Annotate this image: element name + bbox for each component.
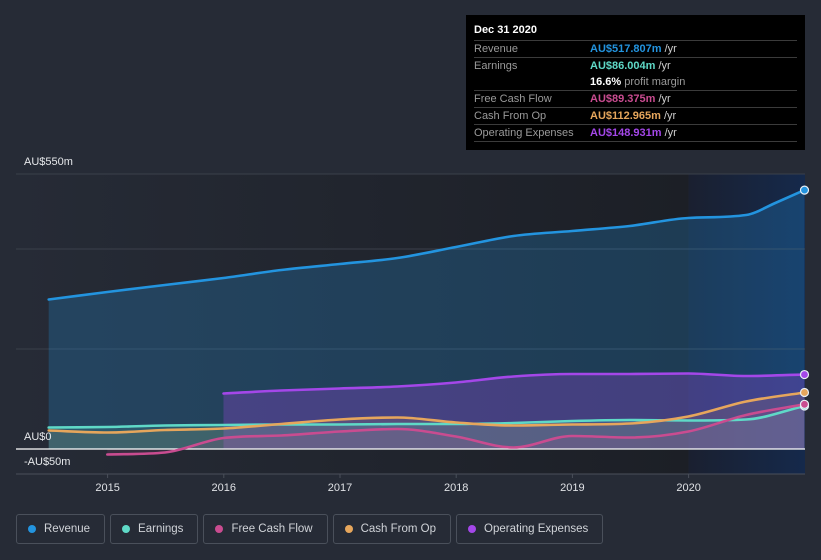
legend-dot-icon xyxy=(122,525,131,533)
tooltip-row-revenue: Revenue AU$517.807m /yr xyxy=(474,41,797,58)
legend-dot-icon xyxy=(344,525,353,533)
y-axis-label: -AU$50m xyxy=(24,456,70,468)
legend-earnings-button[interactable]: Earnings xyxy=(110,514,199,544)
tooltip-row-cash-from-op: Cash From Op AU$112.965m /yr xyxy=(474,108,797,125)
legend-label: Free Cash Flow xyxy=(231,523,313,535)
legend-label: Earnings xyxy=(138,523,184,535)
profit-margin-label: profit margin xyxy=(624,76,686,88)
legend-revenue-button[interactable]: Revenue xyxy=(16,514,106,544)
tooltip-label: Earnings xyxy=(474,60,518,72)
tooltip-label: Revenue xyxy=(474,43,519,55)
tooltip-value: AU$148.931m xyxy=(590,127,662,139)
tooltip-unit: /yr xyxy=(658,60,671,72)
tooltip-row-operating-expenses: Operating Expenses AU$148.931m /yr xyxy=(474,125,797,142)
y-axis-label: AU$0 xyxy=(24,431,52,443)
tooltip-date: Dec 31 2020 xyxy=(474,22,797,41)
tooltip-row-profit-margin: 16.6% profit margin xyxy=(474,74,797,90)
tooltip-unit: /yr xyxy=(658,93,671,105)
free-cash-flow-end-marker xyxy=(799,399,810,409)
x-axis-label: 2018 xyxy=(444,482,468,494)
tooltip-value: AU$517.807m xyxy=(590,43,662,55)
x-axis: 2015 2016 2017 2018 2019 2020 xyxy=(95,474,701,494)
y-axis-label: AU$550m xyxy=(24,156,73,168)
x-axis-label: 2015 xyxy=(95,482,119,494)
chart-legend: Revenue Earnings Free Cash Flow Cash Fro… xyxy=(16,514,604,544)
tooltip-row-free-cash-flow: Free Cash Flow AU$89.375m /yr xyxy=(474,91,797,108)
tooltip-label: Cash From Op xyxy=(474,110,547,122)
operating-expenses-end-marker xyxy=(799,369,810,380)
x-axis-label: 2020 xyxy=(676,482,700,494)
profit-margin-value: 16.6% xyxy=(590,76,622,88)
tooltip-value: AU$112.965m xyxy=(590,110,661,122)
tooltip-unit: /yr xyxy=(663,110,677,122)
legend-dot-icon xyxy=(28,525,36,533)
tooltip-label: Free Cash Flow xyxy=(474,93,552,105)
x-axis-label: 2017 xyxy=(328,482,352,494)
legend-label: Revenue xyxy=(44,523,91,535)
tooltip-label: Operating Expenses xyxy=(474,127,574,139)
tooltip-row-earnings: Earnings AU$86.004m /yr xyxy=(474,58,797,74)
legend-free-cash-flow-button[interactable]: Free Cash Flow xyxy=(203,514,328,544)
tooltip-unit: /yr xyxy=(664,127,677,139)
data-tooltip: Dec 31 2020 Revenue AU$517.807m /yr Earn… xyxy=(466,15,805,150)
legend-dot-icon xyxy=(468,525,477,533)
legend-label: Cash From Op xyxy=(360,523,437,535)
legend-cash-from-op-button[interactable]: Cash From Op xyxy=(332,514,452,544)
legend-label: Operating Expenses xyxy=(484,523,589,535)
revenue-end-marker xyxy=(799,185,810,195)
tooltip-unit: /yr xyxy=(664,43,677,55)
cash-from-op-end-marker xyxy=(799,387,810,398)
legend-dot-icon xyxy=(215,525,224,533)
legend-operating-expenses-button[interactable]: Operating Expenses xyxy=(456,514,604,544)
tooltip-earnings-group: Earnings AU$86.004m /yr 16.6% profit mar… xyxy=(474,58,797,91)
x-axis-label: 2016 xyxy=(212,482,236,494)
tooltip-value: AU$89.375m xyxy=(590,93,656,105)
tooltip-value: AU$86.004m xyxy=(590,60,656,72)
x-axis-label: 2019 xyxy=(560,482,584,494)
